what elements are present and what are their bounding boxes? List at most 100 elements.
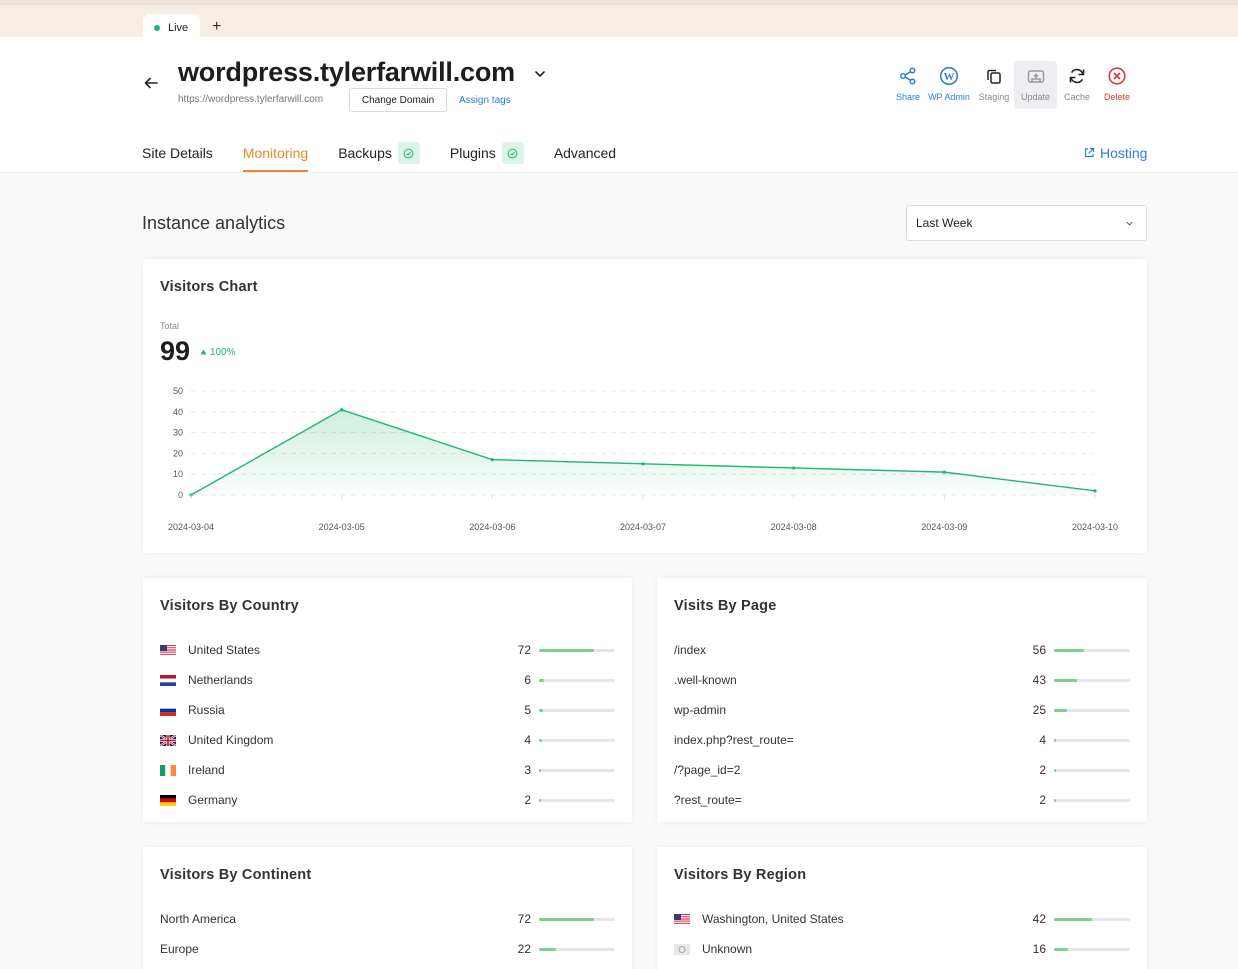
card-title: Visitors By Continent [160, 867, 312, 883]
x-tick-label: 2024-03-06 [469, 522, 515, 532]
tab-advanced-label: Advanced [553, 145, 617, 161]
continent-bar [539, 947, 615, 951]
page-count: 43 [1032, 673, 1046, 687]
country-bar-fill [539, 678, 544, 682]
country-row: Germany 2 [160, 785, 615, 815]
us-flag-icon [160, 644, 176, 656]
region-bar [1054, 917, 1130, 921]
page-bar [1054, 798, 1130, 802]
page-bar-fill [1054, 768, 1056, 772]
delete-button[interactable]: Delete [1097, 61, 1137, 109]
assign-tags-link[interactable]: Assign tags [459, 95, 511, 106]
visits-by-page-card: Visits By Page /index 56 .well-known 43 wp-a… [657, 578, 1147, 822]
ru-flag-icon [160, 704, 176, 716]
tab-site-details[interactable]: Site Details [142, 137, 213, 172]
y-tick-label: 30 [173, 428, 183, 438]
chart-point[interactable] [1093, 489, 1097, 493]
country-bar-fill [539, 798, 541, 802]
wp-admin-button[interactable]: W WP Admin [924, 61, 974, 109]
cache-button[interactable]: Cache [1058, 61, 1096, 109]
live-status-dot [154, 25, 160, 31]
tab-backups-label: Backups [338, 145, 392, 161]
update-icon [1027, 70, 1044, 83]
country-row: Netherlands 6 [160, 665, 615, 695]
region-bar-fill [1054, 917, 1092, 921]
chart-point[interactable] [942, 470, 946, 474]
region-bar [1054, 947, 1130, 951]
wp-admin-label: WP Admin [928, 92, 970, 102]
card-title: Visitors By Country [160, 598, 299, 614]
y-tick-label: 20 [173, 448, 183, 458]
continent-bar [539, 917, 615, 921]
total-change: 100% [200, 347, 236, 358]
site-url[interactable]: https://wordpress.tylerfarwill.com [178, 94, 323, 105]
y-tick-label: 0 [178, 490, 183, 500]
tab-backups[interactable]: Backups [338, 137, 420, 172]
section-title: Instance analytics [142, 213, 286, 233]
page-list: /index 56 .well-known 43 wp-admin 25 index.php… [674, 635, 1130, 815]
back-arrow-icon[interactable] [143, 75, 159, 96]
tab-monitoring[interactable]: Monitoring [242, 137, 309, 172]
country-list: United States 72 Netherlands 6 Russia 5 United… [160, 635, 615, 815]
visitors-by-continent-card: Visitors By Continent North America 72 Eur… [143, 847, 632, 969]
tab-advanced[interactable]: Advanced [554, 137, 616, 172]
card-title: Visitors By Region [674, 867, 807, 883]
site-nav-tabs: Site Details Monitoring Backups Plugins … [142, 137, 646, 173]
tab-site-details-label: Site Details [142, 145, 213, 161]
hosting-link[interactable]: Hosting [1083, 145, 1147, 161]
continent-row: Europe 22 [160, 934, 615, 964]
chart-point[interactable] [490, 458, 494, 462]
visitors-chart-card: Visitors Chart Total 99 100% 0 10 20 30 40 50… [143, 259, 1147, 553]
country-row: United States 72 [160, 635, 615, 665]
site-header: wordpress.tylerfarwill.com https://wordp… [0, 37, 1238, 173]
chart-point[interactable] [792, 466, 796, 470]
period-select[interactable]: Last Week [906, 205, 1147, 241]
refresh-icon [1069, 68, 1085, 84]
x-tick-label: 2024-03-05 [319, 522, 365, 532]
y-tick-label: 10 [173, 469, 183, 479]
browser-tab-strip: Live + [0, 0, 1238, 42]
country-bar-fill [539, 768, 542, 772]
check-circle-icon [397, 142, 420, 164]
chevron-down-icon [1126, 221, 1133, 226]
staging-button[interactable]: Staging [975, 61, 1013, 109]
external-link-icon [1084, 147, 1095, 158]
page-bar [1054, 648, 1130, 652]
unknown-flag-icon [674, 943, 690, 955]
update-button[interactable]: Update [1014, 61, 1057, 109]
total-label: Total [160, 321, 180, 331]
page-count: 2 [1039, 763, 1046, 777]
svg-text:W: W [944, 71, 955, 83]
cache-label: Cache [1063, 92, 1090, 102]
continent-list: North America 72 Europe 22 [160, 904, 615, 964]
period-select-value: Last Week [916, 216, 973, 230]
share-label: Share [895, 92, 921, 102]
change-domain-button[interactable]: Change Domain [349, 88, 447, 112]
add-tab-button[interactable]: + [212, 18, 221, 36]
page-row: ?rest_route= 2 [674, 785, 1130, 815]
region-row: Washington, United States 42 [674, 904, 1130, 934]
page-row: index.php?rest_route= 4 [674, 725, 1130, 755]
share-button[interactable]: Share [893, 61, 923, 109]
country-count: 6 [524, 673, 531, 687]
page-bar-fill [1054, 738, 1057, 742]
country-count: 4 [524, 733, 531, 747]
copy-icon [987, 69, 1001, 84]
ie-flag-icon [160, 764, 176, 776]
chart-point[interactable] [641, 462, 645, 466]
country-count: 72 [517, 643, 531, 657]
tab-plugins[interactable]: Plugins [450, 137, 524, 172]
continent-row: North America 72 [160, 904, 615, 934]
chart-point[interactable] [340, 408, 344, 412]
chart-area-fill [191, 409, 1095, 495]
region-row: Unknown 16 [674, 934, 1130, 964]
chevron-down-icon[interactable] [533, 67, 547, 81]
us-flag-icon [674, 913, 690, 925]
page-row: /index 56 [674, 635, 1130, 665]
region-list: Washington, United States 42 Unknown 16 [674, 904, 1130, 964]
wordpress-icon: W [939, 66, 959, 86]
visitors-area-chart: 0 10 20 30 40 50 2024-03-04 2024-03-05 2024-03-0… [168, 386, 1118, 532]
visitors-by-region-card: Visitors By Region Washington, United St… [657, 847, 1147, 969]
continent-bar-fill [539, 947, 556, 951]
page-bar-fill [1054, 798, 1056, 802]
